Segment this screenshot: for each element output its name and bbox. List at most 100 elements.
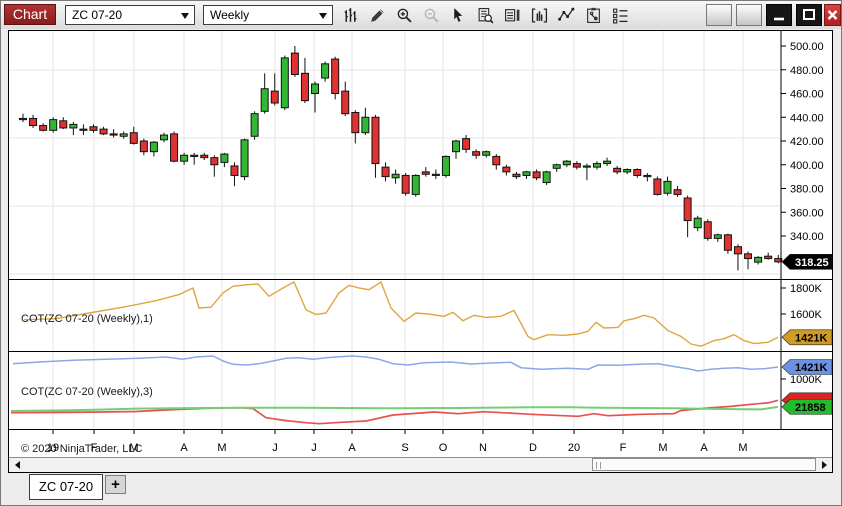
tab-zc-07-20[interactable]: ZC 07-20 [29,474,103,500]
indicators-icon[interactable] [527,5,551,25]
x-axis-label: D [529,442,537,454]
candle-body [332,59,339,93]
axis-tick-label: 1000K [790,374,822,386]
minimize-button[interactable] [766,4,792,26]
candle-body [191,155,198,156]
horizontal-scrollbar[interactable] [9,457,832,472]
x-axis-label: 20 [568,442,580,454]
candle-body [251,114,258,137]
pointer-icon[interactable] [446,5,470,25]
zoom-out-icon[interactable] [419,5,443,25]
axis-tick-label: 340.00 [790,231,824,243]
axis-tick-label: 400.00 [790,160,824,172]
scroll-left-button[interactable] [9,458,25,472]
candle-body [20,118,27,119]
x-axis-label: A [700,442,707,454]
candle-body [130,133,137,144]
x-axis-label: 19 [47,442,59,454]
x-axis-label: N [479,442,487,454]
period-select-value: Weekly [210,8,249,22]
axis-tick-label: 1600K [790,309,822,321]
price-tag-label: 1421K [795,362,827,374]
candle-body [110,134,117,135]
candle-body [312,84,319,94]
candle-body [563,161,570,165]
x-axis-label: A [348,442,355,454]
x-axis-label: F [91,442,98,454]
add-tab-button[interactable]: + [105,475,126,494]
candle-body [211,158,218,165]
candle-body [513,174,520,176]
candle-body [543,172,550,183]
titlebar-button-blank-1[interactable] [706,4,732,26]
x-axis-label: M [738,442,747,454]
candle-body [362,117,369,132]
properties-icon[interactable] [581,5,605,25]
instrument-select-value: ZC 07-20 [72,8,122,22]
candle-body [261,89,268,112]
strategies-icon[interactable] [554,5,578,25]
candle-body [664,181,671,193]
x-axis-label: J [311,442,317,454]
chart-style-icon[interactable] [338,5,362,25]
candle-body [644,175,651,176]
candle-body [50,120,57,131]
candle-body [624,170,631,172]
axis-tick-label: 440.00 [790,112,824,124]
toolbar [338,5,635,25]
data-box-icon[interactable] [473,5,497,25]
chevron-down-icon [181,13,189,19]
titlebar-button-blank-2[interactable] [736,4,762,26]
x-axis-label: M [129,442,138,454]
candle-body [694,218,701,228]
candle-body [412,175,419,194]
candle-body [654,179,661,194]
close-button[interactable] [824,4,841,26]
chart-trader-icon[interactable] [500,5,524,25]
candle-body [422,172,429,174]
candle-body [402,175,409,193]
candle-body [432,174,439,175]
objects-list-icon[interactable] [608,5,632,25]
scrollbar-grip [596,462,601,469]
candle-body [150,142,157,152]
scrollbar-thumb[interactable] [592,458,816,471]
scroll-right-button[interactable] [816,458,832,472]
candle-body [171,134,178,161]
candle-body [352,113,359,133]
candle-body [614,168,621,172]
x-axis-label: S [401,442,408,454]
candle-body [523,172,530,176]
app-tab-chart[interactable]: Chart [4,4,56,25]
candle-body [724,235,731,250]
maximize-button[interactable] [796,4,822,26]
candle-body [755,257,762,262]
triangle-right-icon [822,461,827,469]
candle-body [291,53,298,74]
x-axis-labels: 19FMAMJJASOND20FMAM [9,442,781,456]
axis-tick-label: 500.00 [790,41,824,53]
axis-tick-label: 480.00 [790,65,824,77]
x-axis-label: A [180,442,187,454]
chart-area[interactable]: 500.00480.00460.00440.00420.00400.00380.… [8,30,833,473]
candle-body [160,135,167,140]
candle-body [40,126,47,131]
x-axis-label: M [217,442,226,454]
candle-body [181,155,188,161]
candle-body [60,121,67,128]
cot1-panel-label: COT(ZC 07-20 (Weekly),1) [21,313,153,325]
candle-body [100,129,107,134]
candle-body [583,166,590,167]
candle-body [503,167,510,172]
period-select[interactable]: Weekly [203,5,333,25]
candle-body [301,73,308,100]
candle-body [734,247,741,254]
candle-body [553,165,560,169]
instrument-select[interactable]: ZC 07-20 [65,5,195,25]
axis-tick-label: 360.00 [790,207,824,219]
candle-body [704,222,711,239]
drawing-tools-icon[interactable] [365,5,389,25]
zoom-in-icon[interactable] [392,5,416,25]
candle-body [281,58,288,108]
candle-body [674,190,681,195]
